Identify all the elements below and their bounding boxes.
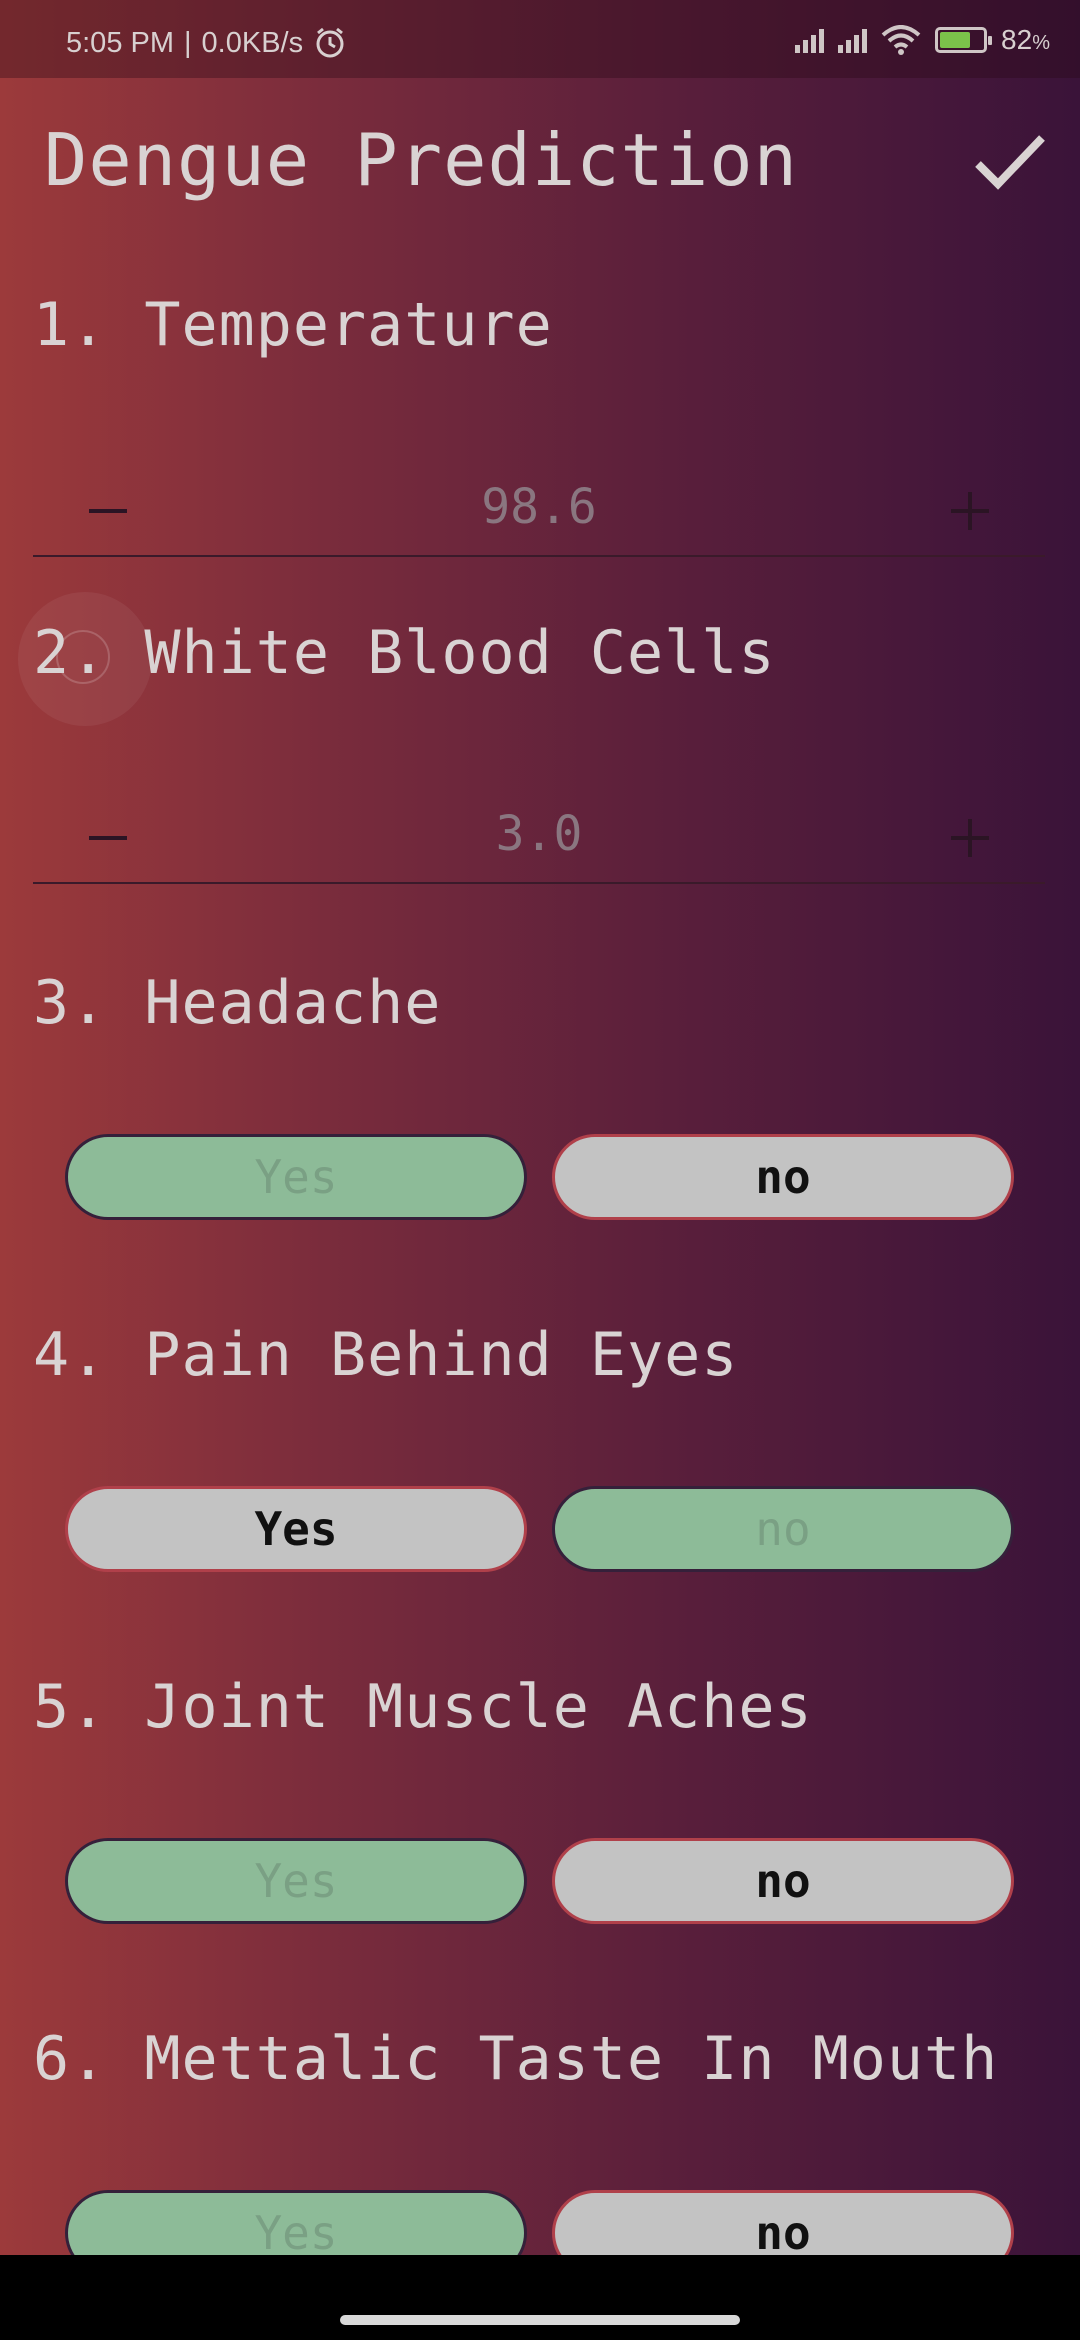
question-temperature-label: 1. Temperature (33, 290, 553, 360)
battery-charging-icon (935, 27, 993, 53)
question-metallic-taste-label: 6. Mettalic Taste In Mouth (33, 2024, 999, 2094)
headache-no-button[interactable]: no (552, 1134, 1014, 1220)
pain-behind-eyes-no-button[interactable]: no (552, 1486, 1014, 1572)
status-bar: 5:05 PM | 0.0KB/s 82% (0, 0, 1080, 78)
status-right: 82% (795, 24, 1050, 56)
status-left: 5:05 PM | 0.0KB/s (66, 26, 347, 60)
app-bar: Dengue Prediction (0, 100, 1080, 220)
question-white-blood-cells-label: 2. White Blood Cells (33, 618, 776, 688)
pain-behind-eyes-yes-button[interactable]: Yes (65, 1486, 527, 1572)
wifi-icon (881, 25, 921, 55)
temperature-increment-button[interactable] (935, 481, 1005, 541)
check-icon[interactable] (970, 122, 1050, 202)
signal-icon (795, 27, 825, 53)
wbc-increment-button[interactable] (935, 808, 1005, 868)
metallic-taste-no-button[interactable]: no (552, 2190, 1014, 2255)
status-separator: | (184, 26, 192, 59)
question-pain-behind-eyes-label: 4. Pain Behind Eyes (33, 1320, 739, 1390)
page-title: Dengue Prediction (44, 118, 798, 202)
status-time: 5:05 PM (66, 26, 174, 59)
home-indicator[interactable] (340, 2315, 740, 2325)
joint-muscle-aches-no-button[interactable]: no (552, 1838, 1014, 1924)
metallic-taste-yes-button[interactable]: Yes (65, 2190, 527, 2255)
white-blood-cells-stepper: 3.0 (33, 772, 1045, 884)
app-screen: 5:05 PM | 0.0KB/s 82% Dengue Prediction … (0, 0, 1080, 2255)
temperature-value[interactable]: 98.6 (33, 479, 1045, 535)
battery-percentage: 82% (1001, 24, 1050, 55)
temperature-stepper: 98.6 (33, 445, 1045, 557)
joint-muscle-aches-yes-button[interactable]: Yes (65, 1838, 527, 1924)
wbc-value[interactable]: 3.0 (33, 806, 1045, 862)
signal-icon (838, 27, 868, 53)
alarm-icon (316, 27, 344, 58)
navigation-bar (0, 2255, 1080, 2340)
question-joint-muscle-aches-label: 5. Joint Muscle Aches (33, 1672, 813, 1742)
headache-yes-button[interactable]: Yes (65, 1134, 527, 1220)
network-speed: 0.0KB/s (201, 26, 304, 59)
question-headache-label: 3. Headache (33, 968, 442, 1038)
